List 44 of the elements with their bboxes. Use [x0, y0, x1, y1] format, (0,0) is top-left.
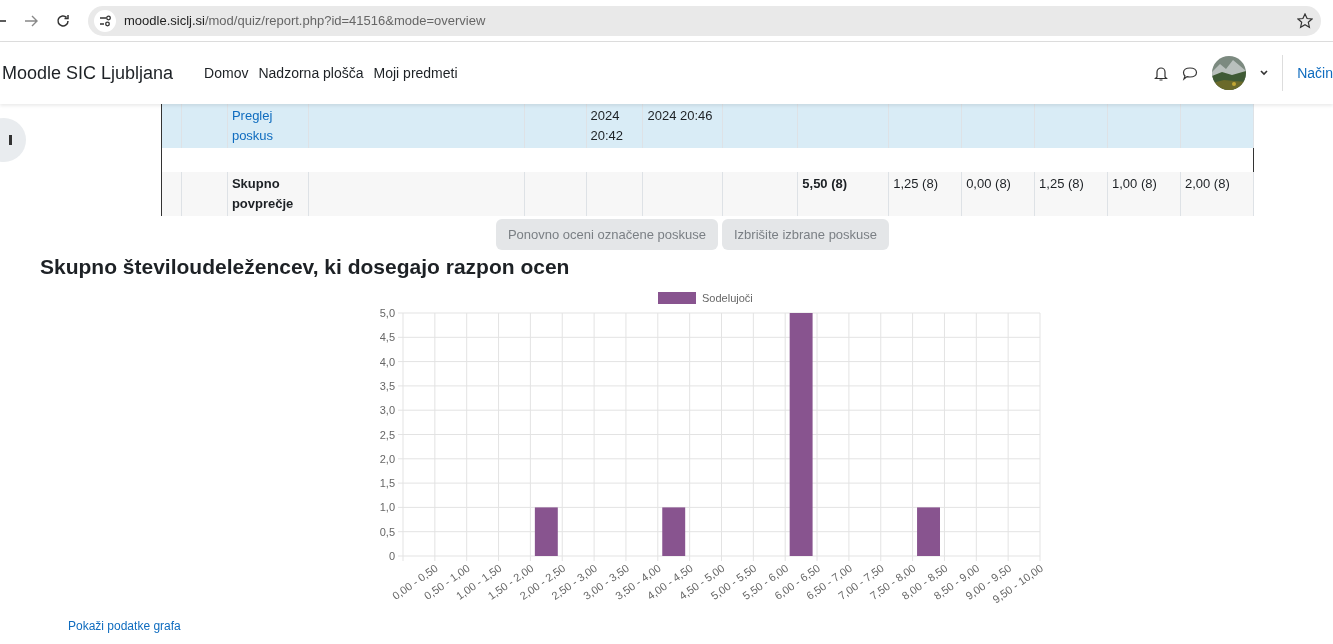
y-tick-label: 3,0	[379, 404, 395, 417]
y-tick-label: 2,5	[379, 428, 395, 441]
url-host: moodle.siclj.si	[124, 13, 205, 28]
show-data-link[interactable]: Pokaži podatke grafa	[68, 619, 1333, 633]
y-tick-label: 1,5	[379, 477, 395, 490]
table-cell: 2024 20:42	[590, 108, 624, 143]
y-tick-label: 3,5	[379, 379, 395, 392]
table-cell: 1,25 (8)	[893, 176, 938, 191]
bar	[534, 507, 558, 556]
nav-link[interactable]: Nadzorna plošča	[258, 65, 364, 81]
mode-link[interactable]: Način	[1282, 55, 1333, 91]
y-tick-label: 4,5	[379, 331, 395, 344]
site-settings-icon[interactable]	[94, 9, 116, 32]
table-cell: 0,00 (8)	[966, 176, 1011, 191]
caret-icon[interactable]	[1260, 70, 1269, 76]
bar	[917, 507, 940, 556]
review-link[interactable]: Preglej poskus	[231, 106, 304, 146]
bell-icon[interactable]	[1154, 65, 1169, 81]
nav-link[interactable]: Moji predmeti	[373, 65, 458, 81]
table-cell: 2,00 (8)	[1184, 176, 1230, 191]
table-cell: 2024 20:46	[647, 108, 713, 123]
table-cell: Skupno povprečje	[231, 176, 294, 211]
table-cell: 5,50 (8)	[802, 176, 848, 191]
reload-icon[interactable]	[56, 13, 70, 28]
y-tick-label: 4,0	[379, 355, 395, 368]
y-tick-label: 0,5	[379, 525, 395, 538]
url-path: /mod/quiz/report.php?id=41516&mode=overview	[204, 13, 486, 28]
y-tick-label: 5,0	[379, 307, 395, 319]
y-tick-label: 1,0	[379, 501, 395, 514]
site-name[interactable]: Moodle SIC Ljubljana	[2, 62, 174, 84]
table-cell: 1,00 (8)	[1112, 176, 1157, 191]
table-cell: 1,25 (8)	[1039, 176, 1084, 191]
nav-link[interactable]: Domov	[204, 65, 249, 81]
y-tick-label: 0	[388, 550, 395, 562]
star-icon[interactable]	[1297, 12, 1313, 29]
forward-icon[interactable]	[24, 13, 38, 28]
chat-icon[interactable]	[1182, 65, 1199, 81]
address-bar[interactable]: moodle.siclj.si/mod/quiz/report.php?id=41516&mode=overview	[88, 5, 1321, 36]
section-heading: Skupno številoudeležencev, ki dosegajo razpon ocen	[40, 255, 571, 279]
chart-legend: Sodelujoči	[658, 292, 753, 304]
y-tick-label: 2,0	[379, 452, 395, 465]
legend-label: Sodelujoči	[702, 292, 753, 304]
menu-icon	[9, 135, 12, 145]
bar	[662, 507, 686, 556]
